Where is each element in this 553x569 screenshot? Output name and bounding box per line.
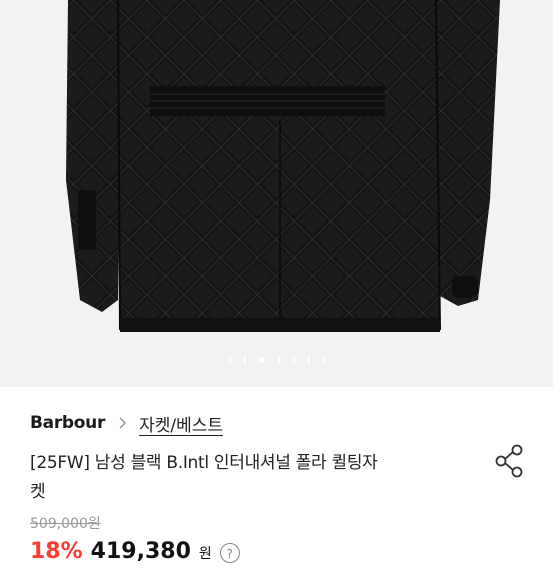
carousel-dot[interactable] [322,357,325,363]
product-info: Barbour 자켓/베스트 [25FW] 남성 블랙 B.Intl 인터내셔널… [0,387,553,564]
brand-link[interactable]: Barbour [30,413,105,433]
share-icon[interactable] [494,443,526,479]
price-unit: 원 [198,546,212,562]
carousel-indicator [0,355,553,365]
discount-rate: 18% [30,539,83,564]
category-link[interactable]: 자켓/베스트 [139,411,223,436]
product-title-line: [25FW] 남성 블랙 B.Intl 인터내셔널 폴라 퀼팅자 [30,453,378,473]
carousel-dot[interactable] [243,357,246,363]
product-title-line: 켓 [30,482,46,502]
product-title: [25FW] 남성 블랙 B.Intl 인터내셔널 폴라 퀼팅자 켓 [30,449,460,507]
chevron-right-icon [119,417,127,429]
original-price: 509,000원 [30,516,101,532]
carousel-dot[interactable] [277,357,280,363]
price-row: 18% 419,380 원 ? [30,539,240,569]
breadcrumb: Barbour 자켓/베스트 [30,409,223,437]
carousel-dot[interactable] [228,357,231,363]
carousel-dot-active[interactable] [258,357,265,363]
carousel-dot[interactable] [292,357,295,363]
product-image-carousel[interactable] [0,0,553,387]
price-info-icon[interactable]: ? [219,543,240,563]
quilted-jacket-back-icon [66,0,500,332]
sale-price: 419,380 [90,539,191,564]
carousel-dot[interactable] [307,357,310,363]
